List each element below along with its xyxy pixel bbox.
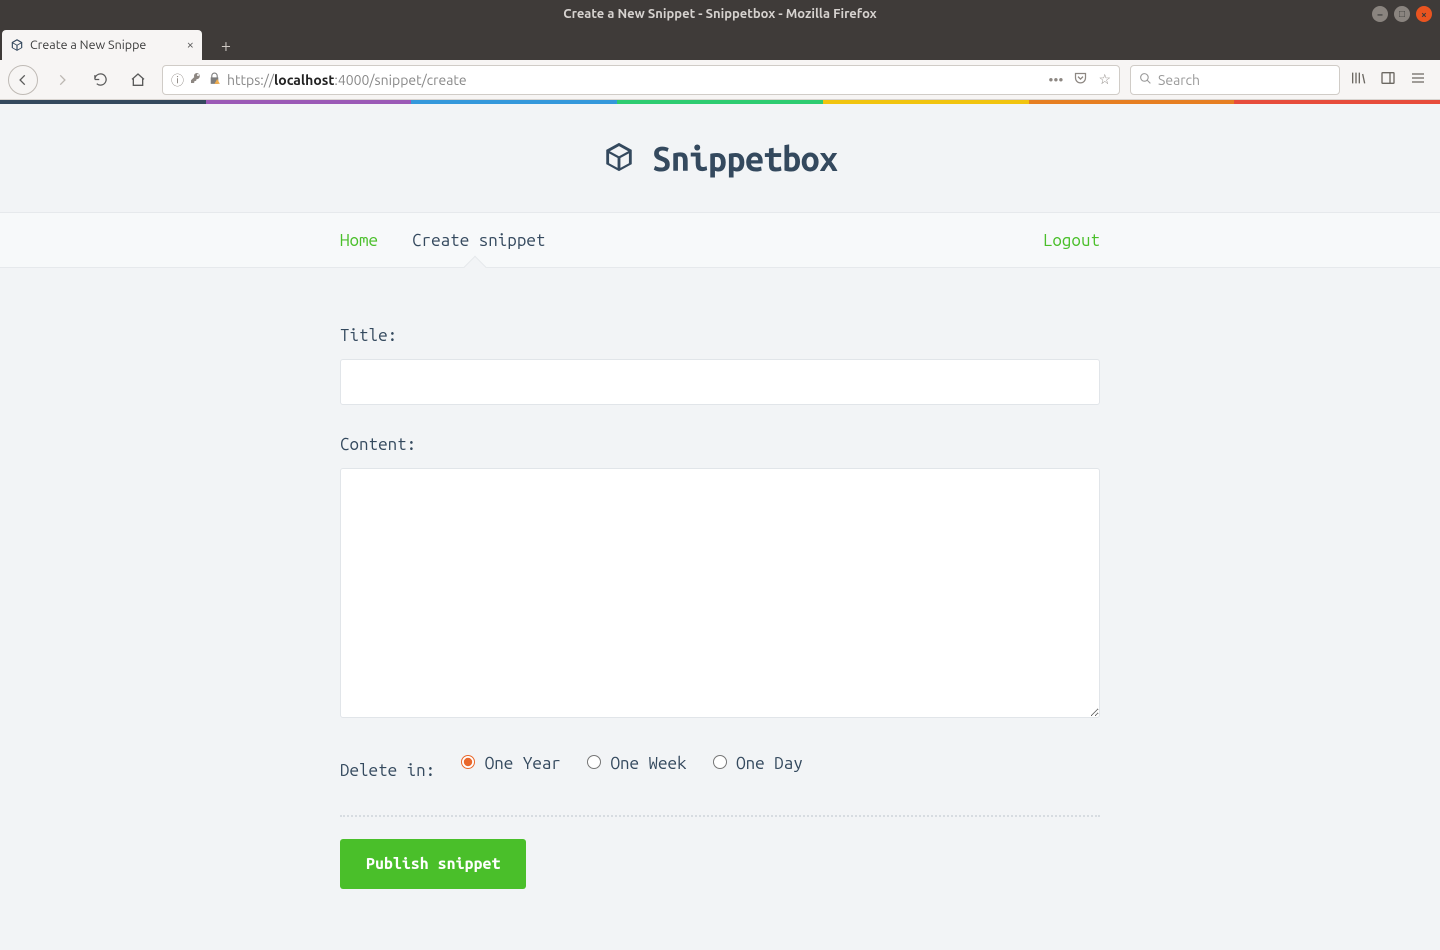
- cube-icon: [602, 140, 636, 178]
- create-snippet-form: Title: Content: Delete in: One Year One …: [340, 268, 1100, 929]
- title-label: Title:: [340, 326, 1100, 345]
- info-icon: ⓘ: [171, 70, 184, 89]
- home-button[interactable]: [124, 66, 152, 94]
- key-icon: [190, 72, 202, 87]
- brand[interactable]: Snippetbox: [602, 140, 837, 178]
- browser-toolbar: ⓘ https://localhost:4000/snippet/create …: [0, 60, 1440, 100]
- radio-one-day-label: One Day: [736, 754, 803, 773]
- brand-name: Snippetbox: [652, 140, 837, 178]
- page-content: Snippetbox Home Create snippet Logout Ti…: [0, 104, 1440, 950]
- new-tab-button[interactable]: +: [212, 32, 240, 60]
- back-button[interactable]: [8, 65, 38, 95]
- reload-button[interactable]: [86, 66, 114, 94]
- lock-warning-icon: [208, 72, 221, 88]
- main-nav: Home Create snippet Logout: [0, 212, 1440, 268]
- nav-logout[interactable]: Logout: [1043, 231, 1100, 250]
- radio-one-year-label: One Year: [485, 754, 561, 773]
- content-label: Content:: [340, 435, 1100, 454]
- search-box[interactable]: Search: [1130, 65, 1340, 95]
- more-icon[interactable]: •••: [1048, 72, 1063, 88]
- library-icon[interactable]: [1350, 70, 1366, 90]
- nav-create-snippet[interactable]: Create snippet: [412, 231, 545, 250]
- window-titlebar: Create a New Snippet - Snippetbox - Mozi…: [0, 0, 1440, 28]
- radio-one-year[interactable]: One Year: [461, 754, 561, 773]
- radio-one-day-input[interactable]: [713, 755, 727, 769]
- title-input[interactable]: [340, 359, 1100, 405]
- radio-one-day[interactable]: One Day: [713, 754, 803, 773]
- sidebar-icon[interactable]: [1380, 70, 1396, 90]
- window-controls: – □ ×: [1372, 6, 1432, 22]
- radio-one-week-label: One Week: [610, 754, 686, 773]
- tab-close-icon[interactable]: ×: [187, 38, 194, 52]
- nav-home[interactable]: Home: [340, 231, 378, 250]
- page-header: Snippetbox: [0, 104, 1440, 212]
- radio-one-week-input[interactable]: [587, 755, 601, 769]
- window-title: Create a New Snippet - Snippetbox - Mozi…: [563, 7, 876, 21]
- browser-tabstrip: Create a New Snippe × +: [0, 28, 1440, 60]
- forward-button[interactable]: [48, 66, 76, 94]
- delete-in-row: Delete in: One Year One Week One Day: [340, 754, 1100, 787]
- content-textarea[interactable]: [340, 468, 1100, 718]
- browser-tab[interactable]: Create a New Snippe ×: [2, 30, 202, 60]
- search-placeholder: Search: [1158, 72, 1200, 88]
- window-maximize-button[interactable]: □: [1394, 6, 1410, 22]
- radio-one-year-input[interactable]: [461, 755, 475, 769]
- delete-in-label: Delete in:: [340, 761, 435, 780]
- search-icon: [1139, 72, 1152, 88]
- divider: [340, 815, 1100, 817]
- address-bar[interactable]: ⓘ https://localhost:4000/snippet/create …: [162, 65, 1120, 95]
- window-close-button[interactable]: ×: [1416, 6, 1432, 22]
- tab-title: Create a New Snippe: [30, 38, 181, 52]
- toolbar-right: [1350, 70, 1432, 90]
- url-text: https://localhost:4000/snippet/create: [227, 72, 1042, 88]
- hamburger-menu-icon[interactable]: [1410, 70, 1426, 90]
- bookmark-star-icon[interactable]: ☆: [1098, 71, 1111, 88]
- window-minimize-button[interactable]: –: [1372, 6, 1388, 22]
- cube-icon: [10, 38, 24, 52]
- radio-one-week[interactable]: One Week: [587, 754, 687, 773]
- publish-button[interactable]: Publish snippet: [340, 839, 526, 889]
- pocket-icon[interactable]: [1073, 71, 1088, 89]
